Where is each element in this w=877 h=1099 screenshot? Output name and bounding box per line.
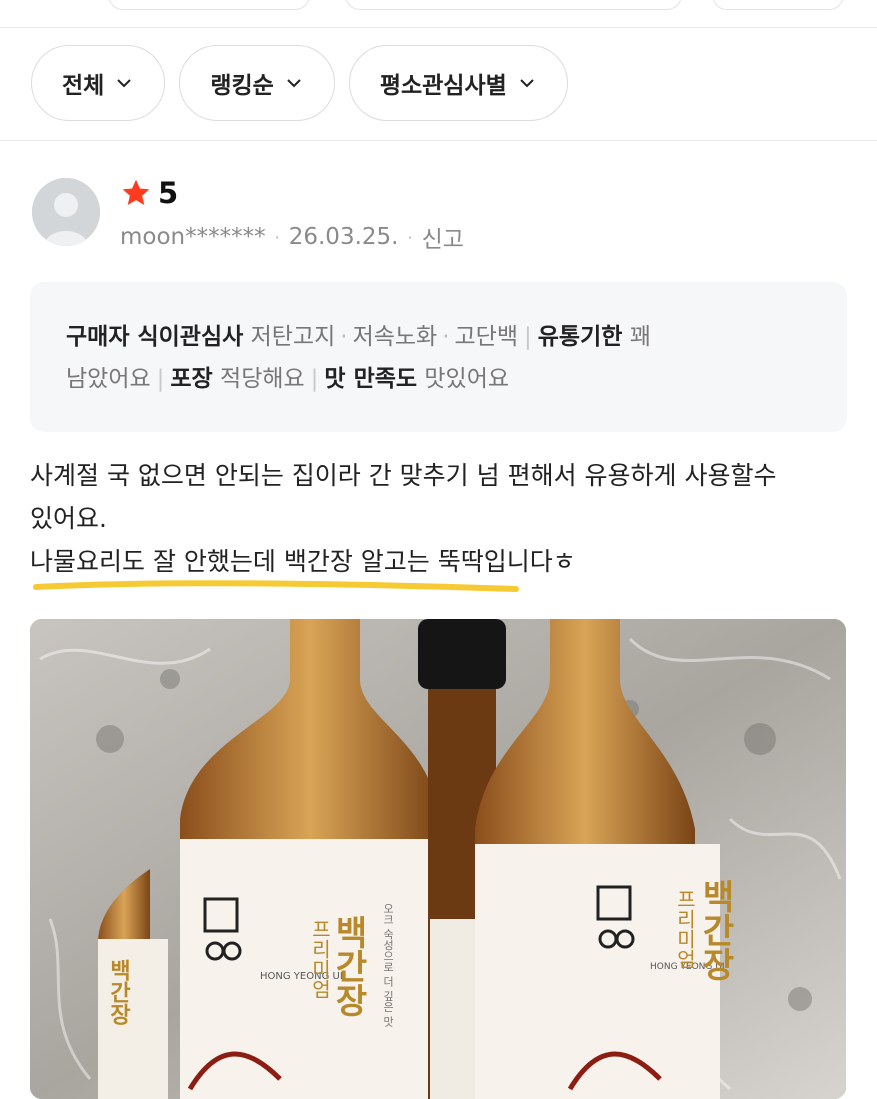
rating: 5 — [120, 176, 178, 210]
filter-ranking-dropdown[interactable]: 랭킹순 — [179, 45, 335, 121]
review-meta: moon******* · 26.03.25. · 신고 — [120, 220, 464, 254]
product-name-text: 백간장 — [106, 959, 131, 1025]
reviewer-name: moon******* — [120, 224, 266, 250]
previous-filter-row — [0, 0, 877, 12]
review-attributes: 구매자 식이관심사 저탄고지 · 저속노화 · 고단백 | 유통기한 꽤 남았어요 | 포장 적… — [30, 282, 847, 432]
filter-label: 랭킹순 — [210, 73, 274, 99]
chevron-down-icon — [520, 79, 534, 88]
packaging-value: 적당해요 — [220, 366, 305, 392]
filter-all-dropdown[interactable]: 전체 — [31, 45, 166, 121]
tag: 고단백 — [454, 324, 518, 350]
expiry-label: 유통기한 — [537, 324, 623, 350]
filter-bar: 전체 랭킹순 평소관심사별 — [31, 45, 568, 121]
tag: 저탄고지 — [250, 324, 336, 350]
soy-sauce-bottles-image: HONG YEONG UI HONG YEONG UI 백간장 프리미엄 오크 … — [30, 619, 846, 1099]
default-user-icon — [32, 178, 100, 246]
tag: 저속노화 — [352, 324, 438, 350]
expiry-value: 꽤 — [629, 324, 651, 350]
highlight-underline — [33, 580, 519, 592]
buyer-interest-label: 구매자 식이관심사 — [66, 324, 244, 350]
avatar — [32, 178, 100, 246]
separator-dot: · — [274, 227, 280, 247]
product-sub-text: 프리미엄 — [308, 919, 332, 999]
divider — [0, 27, 877, 28]
rating-score: 5 — [158, 176, 179, 210]
review-photo[interactable]: HONG YEONG UI HONG YEONG UI 백간장 프리미엄 오크 … — [30, 619, 846, 1099]
product-name-text: 백간장 — [328, 915, 368, 1017]
divider — [0, 140, 877, 141]
chevron-down-icon — [287, 79, 301, 88]
packaging-label: 포장 — [170, 366, 213, 392]
report-link[interactable]: 신고 — [422, 220, 464, 254]
taste-label: 맛 만족도 — [324, 366, 418, 392]
review-text-line: 사계절 국 없으면 안되는 집이라 간 맞추기 넘 편해서 유용하게 사용할수 — [30, 461, 777, 490]
review-date: 26.03.25. — [288, 224, 399, 250]
separator-dot: · — [407, 227, 413, 247]
filter-interest-dropdown[interactable]: 평소관심사별 — [348, 45, 568, 121]
filter-label: 전체 — [62, 73, 105, 99]
expiry-value: 남았어요 — [66, 366, 151, 392]
product-name-text: 백간장 — [695, 879, 735, 981]
product-desc-text: 오크 숙성으로 더 깊은 맛 — [382, 903, 395, 1027]
review-text: 사계절 국 없으면 안되는 집이라 간 맞추기 넘 편해서 유용하게 사용할수 … — [30, 454, 850, 583]
product-sub-text: 프리미엄 — [673, 889, 697, 969]
filter-label: 평소관심사별 — [379, 73, 507, 99]
taste-value: 맛있어요 — [424, 366, 510, 392]
chevron-down-icon — [117, 79, 132, 88]
review-text-line: 있어요. — [30, 504, 107, 533]
star-icon — [122, 179, 150, 205]
